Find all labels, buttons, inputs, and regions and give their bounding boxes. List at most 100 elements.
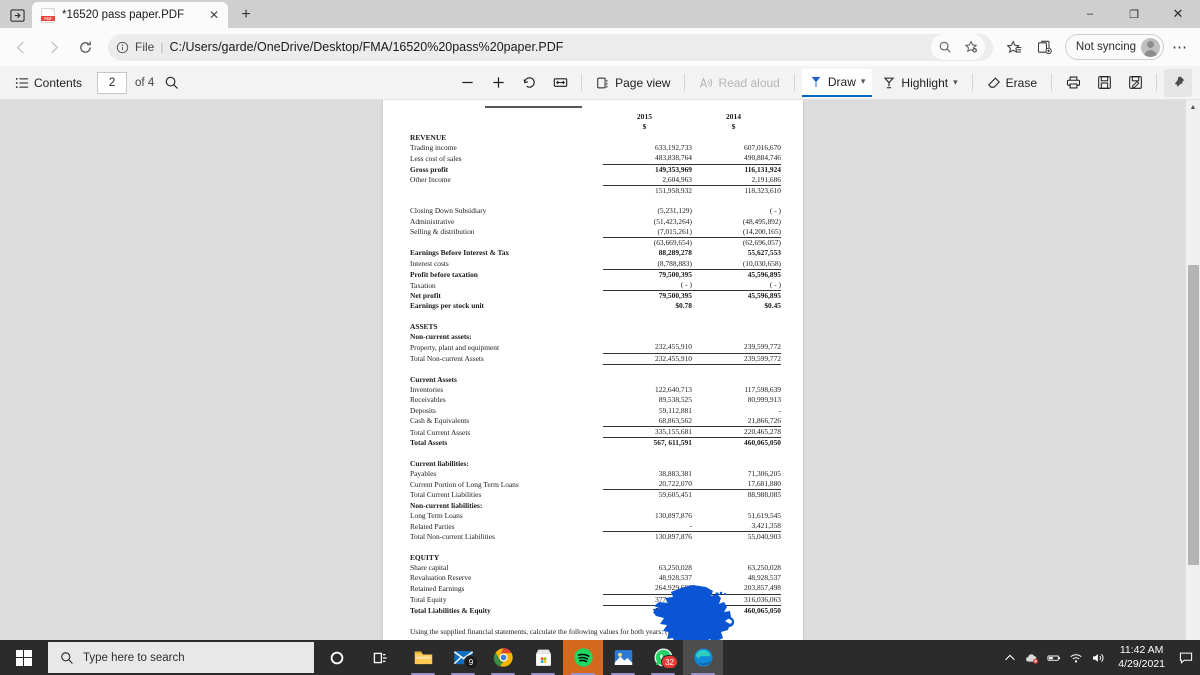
zoom-out-icon[interactable] [453,69,481,97]
row-label: Current liabilities: [410,458,469,468]
value-2014: 239,599,772 [691,342,781,354]
scrollbar-thumb[interactable] [1188,265,1199,565]
volume-icon[interactable] [1087,640,1109,675]
taskbar-app-whatsapp[interactable]: 32 [643,640,683,675]
pin-icon[interactable] [1164,68,1192,97]
collections-icon[interactable] [1031,33,1059,61]
read-aloud-button[interactable]: Read aloud [692,69,786,97]
back-icon[interactable] [6,32,36,62]
value-2015: 567, 611,591 [653,438,692,448]
value-2014: 460,065,050 [744,605,781,615]
value-2015: 89,538,525 [658,395,692,405]
taskbar-clock[interactable]: 11:42 AM 4/29/2021 [1109,644,1174,670]
start-button[interactable] [0,640,47,675]
spacer-row [410,364,781,375]
value-2014 [692,542,781,552]
new-tab-button[interactable]: + [233,2,259,28]
table-row: Interest costs (8,788,883) (10,030,658) [410,258,781,270]
erase-button[interactable]: Erase [980,69,1044,97]
maximize-button[interactable]: ❐ [1112,0,1156,28]
wifi-icon[interactable] [1065,640,1087,675]
pdf-viewer: 2015 2014 $ $ REVENUE Trading income 633,192… [0,100,1200,640]
value-2015: 633,192,733 [655,143,692,153]
save-as-icon[interactable] [1121,69,1149,97]
battery-icon[interactable] [1043,640,1065,675]
page-number-input[interactable]: 2 [97,71,128,94]
value-2014: ( - ) [769,206,781,216]
table-row: Selling & distribution (7,015,261) (14,200… [410,226,781,239]
more-options-icon[interactable]: ⋯ [1166,33,1194,61]
rotate-icon[interactable] [515,69,543,97]
clock-date: 4/29/2021 [1118,657,1165,670]
find-on-page-icon[interactable] [933,35,957,59]
top-rule [485,106,582,108]
favorites-icon[interactable] [1001,33,1029,61]
info-icon[interactable] [116,41,129,54]
value-2014: 490,884,746 [691,153,781,165]
value-2015 [603,501,692,511]
vertical-scrollbar[interactable]: ▲ [1185,100,1200,640]
onedrive-icon[interactable] [1021,640,1043,675]
tab-search-icon[interactable] [2,2,32,28]
close-window-button[interactable]: ✕ [1156,0,1200,28]
taskbar-app-edge[interactable] [683,640,723,675]
value-2015: (5,231,129) [657,206,692,216]
notifications-icon[interactable] [1174,640,1198,675]
value-2014: 55,040,903 [747,532,781,542]
chevron-down-icon[interactable]: ▾ [953,77,958,88]
value-2015 [603,196,692,206]
address-bar[interactable]: File | C:/Users/garde/OneDrive/Desktop/F… [108,33,993,61]
page-view-button[interactable]: Page view [589,69,677,97]
value-2014: 3,421,358 [691,521,781,533]
table-row: Property, plant and equipment 232,455,910… [410,342,781,354]
taskbar-app-photos[interactable] [603,640,643,675]
taskbar-app-file-explorer[interactable] [403,640,443,675]
table-row: Total Liabilities & Equity 567,611,591 460… [410,605,781,616]
taskbar-app-chrome[interactable] [483,640,523,675]
value-2015: ( - ) [602,280,692,292]
contents-button[interactable]: Contents [8,69,89,97]
table-row: Payables 38,883,381 71,306,205 [410,469,781,479]
windows-taskbar: Type here to search 9 32 11:42 AM 4/29/2… [0,640,1200,675]
draw-button[interactable]: Draw ▾ [801,68,873,97]
zoom-in-icon[interactable] [484,69,512,97]
save-icon[interactable] [1090,69,1118,97]
value-2015: 79,500,395 [658,269,692,279]
row-label: Net profit [410,291,441,301]
value-2015: (8,788,883) [602,258,692,270]
show-hidden-icons-icon[interactable] [999,640,1021,675]
highlight-button[interactable]: Highlight ▾ [875,69,964,97]
value-2015: 335,155,681 [602,426,692,439]
row-label: Earnings per stock unit [410,301,484,311]
task-view-icon[interactable] [359,640,403,675]
fit-to-width-icon[interactable] [546,69,574,97]
reload-icon[interactable] [70,32,100,62]
value-2015: 59,605,451 [658,490,692,500]
profile-button[interactable]: Not syncing [1064,34,1164,60]
value-2014 [692,196,781,206]
currency-header-row: $ $ [410,122,781,132]
taskbar-app-spotify[interactable] [563,640,603,675]
scroll-up-icon[interactable]: ▲ [1186,100,1200,115]
row-label [410,122,603,132]
chevron-down-icon[interactable]: ▾ [861,76,866,87]
search-icon[interactable] [157,69,185,97]
page-count-label: of 4 [135,76,155,89]
close-icon[interactable]: ✕ [205,6,223,24]
taskbar-app-mail[interactable]: 9 [443,640,483,675]
value-2015: 79,500,395 [658,291,692,301]
taskbar-search-input[interactable]: Type here to search [48,642,314,673]
cortana-icon[interactable] [315,640,359,675]
row-label: Related Parties [410,521,455,531]
taskbar-app-microsoft-store[interactable] [523,640,563,675]
forward-icon[interactable] [38,32,68,62]
browser-tab[interactable]: *16520 pass paper.PDF ✕ [32,2,228,28]
row-label [410,364,603,375]
add-favorite-icon[interactable] [959,35,983,59]
print-icon[interactable] [1059,69,1087,97]
value-2014 [692,332,781,342]
value-2015: 48,928,537 [658,573,692,583]
table-row: Retained Earnings 264,929,699 203,857,498 [410,583,781,595]
page-view-label: Page view [615,75,671,90]
minimize-button[interactable]: – [1068,0,1112,28]
